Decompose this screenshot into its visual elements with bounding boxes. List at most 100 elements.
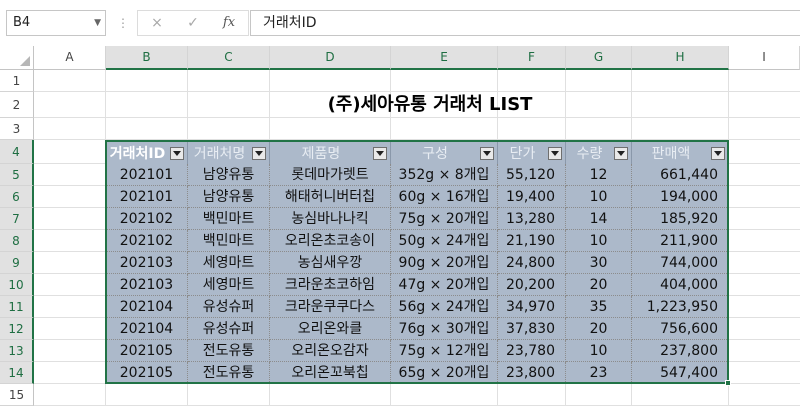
row-header-11[interactable]: 11: [0, 296, 34, 318]
table-cell[interactable]: 오리온초코송이: [270, 230, 391, 252]
row-header-3[interactable]: 3: [0, 118, 34, 140]
table-header-cell[interactable]: 거래처ID: [106, 142, 188, 166]
table-cell[interactable]: 744,000: [632, 252, 729, 274]
row-header-4[interactable]: 4: [0, 140, 34, 164]
column-header-a[interactable]: A: [34, 46, 106, 70]
table-cell[interactable]: 237,800: [632, 340, 729, 362]
table-cell[interactable]: 185,920: [632, 208, 729, 230]
table-cell[interactable]: 60g × 16개입: [391, 186, 498, 208]
table-header-cell[interactable]: 단가: [498, 142, 566, 166]
table-cell[interactable]: 24,800: [498, 252, 566, 274]
table-cell[interactable]: 백민마트: [188, 208, 270, 230]
table-cell[interactable]: 30: [566, 252, 632, 274]
table-cell[interactable]: 23,780: [498, 340, 566, 362]
table-cell[interactable]: 47g × 20개입: [391, 274, 498, 296]
table-cell[interactable]: 56g × 24개입: [391, 296, 498, 318]
table-cell[interactable]: 농심새우깡: [270, 252, 391, 274]
table-cell[interactable]: 65g × 20개입: [391, 362, 498, 384]
table-cell[interactable]: 202104: [106, 296, 188, 318]
table-header-cell[interactable]: 판매액: [632, 142, 729, 166]
table-cell[interactable]: 23: [566, 362, 632, 384]
table-cell[interactable]: 오리온와클: [270, 318, 391, 340]
table-cell[interactable]: 농심바나나킥: [270, 208, 391, 230]
table-cell[interactable]: 202102: [106, 208, 188, 230]
filter-dropdown-icon[interactable]: [711, 147, 725, 160]
row-header-14[interactable]: 14: [0, 362, 34, 384]
table-cell[interactable]: 202101: [106, 164, 188, 186]
row-header-5[interactable]: 5: [0, 164, 34, 186]
table-cell[interactable]: 20: [566, 274, 632, 296]
table-cell[interactable]: 세영마트: [188, 274, 270, 296]
row-header-15[interactable]: 15: [0, 384, 34, 406]
table-cell[interactable]: 전도유통: [188, 362, 270, 384]
table-cell[interactable]: 20: [566, 318, 632, 340]
table-cell[interactable]: 55,120: [498, 164, 566, 186]
table-cell[interactable]: 유성슈퍼: [188, 318, 270, 340]
table-header-cell[interactable]: 구성: [391, 142, 498, 166]
table-cell[interactable]: 남양유통: [188, 164, 270, 186]
table-cell[interactable]: 202103: [106, 252, 188, 274]
table-cell[interactable]: 34,970: [498, 296, 566, 318]
table-cell[interactable]: 전도유통: [188, 340, 270, 362]
row-header-6[interactable]: 6: [0, 186, 34, 208]
row-header-1[interactable]: 1: [0, 70, 34, 92]
table-cell[interactable]: 202101: [106, 186, 188, 208]
table-cell[interactable]: 13,280: [498, 208, 566, 230]
table-cell[interactable]: 10: [566, 340, 632, 362]
fill-handle[interactable]: [725, 380, 731, 386]
chevron-down-icon[interactable]: ▼: [94, 11, 101, 35]
table-cell[interactable]: 21,190: [498, 230, 566, 252]
table-cell[interactable]: 10: [566, 230, 632, 252]
table-header-cell[interactable]: 제품명: [270, 142, 391, 166]
row-header-12[interactable]: 12: [0, 318, 34, 340]
filter-dropdown-icon[interactable]: [548, 147, 562, 160]
table-cell[interactable]: 202105: [106, 362, 188, 384]
name-box[interactable]: B4 ▼: [6, 10, 106, 36]
column-header-h[interactable]: H: [632, 46, 729, 70]
table-cell[interactable]: 19,400: [498, 186, 566, 208]
table-cell[interactable]: 202105: [106, 340, 188, 362]
select-all-corner[interactable]: [0, 46, 34, 70]
column-header-b[interactable]: B: [106, 46, 188, 70]
table-cell[interactable]: 12: [566, 164, 632, 186]
table-cell[interactable]: 오리온오감자: [270, 340, 391, 362]
insert-function-icon[interactable]: fx: [211, 11, 247, 35]
filter-dropdown-icon[interactable]: [252, 147, 266, 160]
table-cell[interactable]: 202102: [106, 230, 188, 252]
table-cell[interactable]: 661,440: [632, 164, 729, 186]
table-cell[interactable]: 유성슈퍼: [188, 296, 270, 318]
table-cell[interactable]: 해태허니버터칩: [270, 186, 391, 208]
column-header-g[interactable]: G: [566, 46, 632, 70]
column-header-e[interactable]: E: [391, 46, 498, 70]
table-cell[interactable]: 1,223,950: [632, 296, 729, 318]
table-cell[interactable]: 37,830: [498, 318, 566, 340]
table-cell[interactable]: 35: [566, 296, 632, 318]
cancel-icon[interactable]: ×: [139, 11, 175, 35]
table-cell[interactable]: 194,000: [632, 186, 729, 208]
column-header-c[interactable]: C: [188, 46, 270, 70]
table-cell[interactable]: 404,000: [632, 274, 729, 296]
column-header-f[interactable]: F: [498, 46, 566, 70]
table-cell[interactable]: 75g × 20개입: [391, 208, 498, 230]
table-cell[interactable]: 백민마트: [188, 230, 270, 252]
table-cell[interactable]: 남양유통: [188, 186, 270, 208]
table-cell[interactable]: 50g × 24개입: [391, 230, 498, 252]
table-cell[interactable]: 23,800: [498, 362, 566, 384]
table-cell[interactable]: 크라운쿠쿠다스: [270, 296, 391, 318]
formula-input[interactable]: 거래처ID: [250, 10, 800, 36]
table-cell[interactable]: 756,600: [632, 318, 729, 340]
table-cell[interactable]: 20,200: [498, 274, 566, 296]
table-cell[interactable]: 10: [566, 186, 632, 208]
table-cell[interactable]: 세영마트: [188, 252, 270, 274]
formula-bar-separator[interactable]: ⋮: [117, 16, 129, 30]
table-cell[interactable]: 352g × 8개입: [391, 164, 498, 186]
table-cell[interactable]: 202103: [106, 274, 188, 296]
table-cell[interactable]: 202104: [106, 318, 188, 340]
row-header-9[interactable]: 9: [0, 252, 34, 274]
filter-dropdown-icon[interactable]: [614, 147, 628, 160]
enter-check-icon[interactable]: ✓: [175, 11, 211, 35]
row-header-2[interactable]: 2: [0, 92, 34, 118]
table-header-cell[interactable]: 거래처명: [188, 142, 270, 166]
filter-dropdown-icon[interactable]: [170, 147, 184, 160]
table-cell[interactable]: 547,400: [632, 362, 729, 384]
